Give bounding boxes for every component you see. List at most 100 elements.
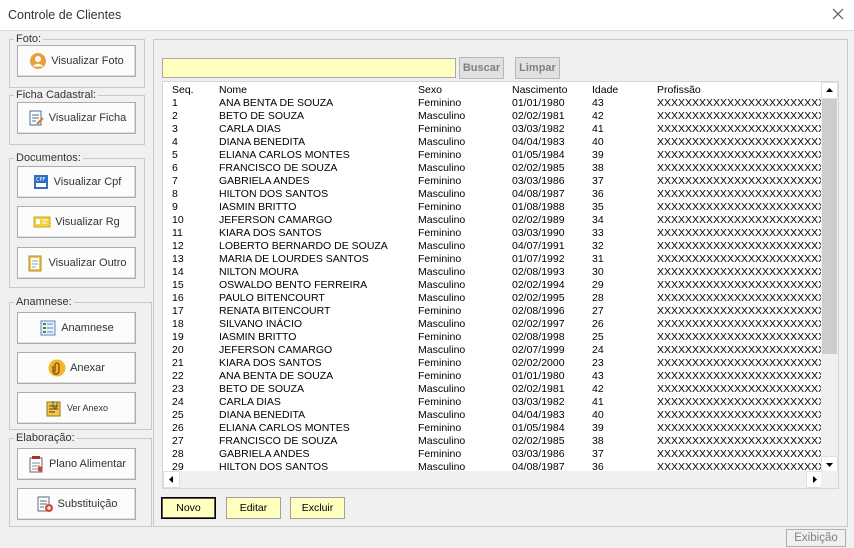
close-icon[interactable] <box>830 6 846 22</box>
cell-sexo: Feminino <box>418 396 462 408</box>
cell-profissao: XXXXXXXXXXXXXXXXXXXXXXXXXXXXXX <box>657 188 823 200</box>
anexar-button[interactable]: Anexar <box>17 352 136 384</box>
cell-profissao: XXXXXXXXXXXXXXXXXXXXXXXXXXXXXX <box>657 396 823 408</box>
clients-listbox[interactable]: Seq. Nome Sexo Nascimento Idade Profissão 1 ANA… <box>162 81 839 489</box>
cell-seq: 14 <box>172 266 184 278</box>
excluir-button[interactable]: Excluir <box>290 497 345 519</box>
cell-profissao: XXXXXXXXXXXXXXXXXXXXXXXXXXXXXX <box>657 123 823 135</box>
substituicao-label: Substituição <box>57 498 118 510</box>
documentos-frame-label: Documentos: <box>14 152 83 165</box>
cell-seq: 9 <box>172 201 178 213</box>
plano-alimentar-label: Plano Alimentar <box>48 458 127 470</box>
cell-nome: PAULO BITENCOURT <box>219 292 325 304</box>
cell-profissao: XXXXXXXXXXXXXXXXXXXXXXXXXXXXXX <box>657 422 823 434</box>
cell-seq: 16 <box>172 292 184 304</box>
cell-nome: ANA BENTA DE SOUZA <box>219 97 334 109</box>
buscar-button[interactable]: Buscar <box>459 57 504 79</box>
cell-idade: 41 <box>592 123 604 135</box>
cell-seq: 20 <box>172 344 184 356</box>
scroll-left-arrow[interactable] <box>163 471 180 488</box>
cell-nome: FRANCISCO DE SOUZA <box>219 435 338 447</box>
visualizar-foto-label: Visualizar Foto <box>51 55 124 67</box>
editar-button[interactable]: Editar <box>226 497 281 519</box>
scroll-up-arrow[interactable] <box>821 82 838 99</box>
cell-nome: BETO DE SOUZA <box>219 110 304 122</box>
user-avatar-icon <box>30 53 47 69</box>
cell-nascimento: 02/02/2000 <box>512 357 565 369</box>
visualizar-outro-button[interactable]: Visualizar Outro <box>17 247 136 279</box>
meal-plan-icon <box>29 456 43 473</box>
cell-nome: OSWALDO BENTO FERREIRA <box>219 279 368 291</box>
cell-nome: JEFERSON CAMARGO <box>219 344 333 356</box>
substituicao-button[interactable]: Substituição <box>17 488 136 520</box>
swap-list-icon <box>37 496 53 512</box>
visualizar-ficha-button[interactable]: Visualizar Ficha <box>17 102 136 134</box>
cell-nascimento: 04/07/1991 <box>512 240 565 252</box>
cell-nome: NILTON MOURA <box>219 266 299 278</box>
cell-idade: 32 <box>592 240 604 252</box>
search-input[interactable] <box>162 58 456 78</box>
cell-profissao: XXXXXXXXXXXXXXXXXXXXXXXXXXXXXX <box>657 305 823 317</box>
cell-nome: CARLA DIAS <box>219 123 281 135</box>
header-nome: Nome <box>219 84 248 96</box>
cell-nascimento: 01/01/1980 <box>512 97 565 109</box>
elaboracao-frame-label: Elaboração: <box>14 432 77 445</box>
cell-sexo: Feminino <box>418 201 462 213</box>
cell-idade: 37 <box>592 175 604 187</box>
cell-nome: GABRIELA ANDES <box>219 175 310 187</box>
cell-nome: BETO DE SOUZA <box>219 383 304 395</box>
cell-sexo: Masculino <box>418 162 466 174</box>
cell-sexo: Masculino <box>418 409 466 421</box>
cell-profissao: XXXXXXXXXXXXXXXXXXXXXXXXXXXXXX <box>657 97 823 109</box>
cell-nascimento: 04/08/1987 <box>512 188 565 200</box>
anamnese-label: Anamnese <box>61 322 114 334</box>
visualizar-cpf-button[interactable]: CPF Visualizar Cpf <box>17 166 136 198</box>
horizontal-scrollbar[interactable] <box>163 471 823 488</box>
clipboard-icon <box>28 255 42 272</box>
ver-anexo-button[interactable]: Ver Anexo <box>17 392 136 424</box>
cell-idade: 25 <box>592 331 604 343</box>
cell-sexo: Feminino <box>418 370 462 382</box>
cell-nascimento: 03/03/1990 <box>512 227 565 239</box>
cell-idade: 26 <box>592 318 604 330</box>
cell-idade: 43 <box>592 370 604 382</box>
cell-nome: KIARA DOS SANTOS <box>219 227 322 239</box>
scrollbar-corner <box>821 471 838 488</box>
cell-seq: 1 <box>172 97 178 109</box>
vertical-scrollbar[interactable] <box>821 82 838 473</box>
plano-alimentar-button[interactable]: Plano Alimentar <box>17 448 136 480</box>
visualizar-rg-label: Visualizar Rg <box>55 216 120 228</box>
cell-seq: 8 <box>172 188 178 200</box>
cell-idade: 40 <box>592 136 604 148</box>
cell-nascimento: 02/07/1999 <box>512 344 565 356</box>
cell-nome: IASMIN BRITTO <box>219 331 297 343</box>
vertical-scroll-thumb[interactable] <box>822 99 837 354</box>
cell-seq: 10 <box>172 214 184 226</box>
cell-nome: RENATA BITENCOURT <box>219 305 331 317</box>
cell-seq: 18 <box>172 318 184 330</box>
cell-profissao: XXXXXXXXXXXXXXXXXXXXXXXXXXXXXX <box>657 214 823 226</box>
cell-profissao: XXXXXXXXXXXXXXXXXXXXXXXXXXXXXX <box>657 149 823 161</box>
header-profissao: Profissão <box>657 84 701 96</box>
cell-sexo: Masculino <box>418 240 466 252</box>
cell-seq: 24 <box>172 396 184 408</box>
cell-nome: MARIA DE LOURDES SANTOS <box>219 253 369 265</box>
visualizar-foto-button[interactable]: Visualizar Foto <box>17 45 136 77</box>
cell-sexo: Feminino <box>418 253 462 265</box>
cell-seq: 11 <box>172 227 183 239</box>
cell-sexo: Masculino <box>418 279 466 291</box>
limpar-button[interactable]: Limpar <box>515 57 560 79</box>
cell-sexo: Feminino <box>418 175 462 187</box>
cell-seq: 17 <box>172 305 184 317</box>
anamnese-button[interactable]: Anamnese <box>17 312 136 344</box>
visualizar-rg-button[interactable]: Visualizar Rg <box>17 206 136 238</box>
cell-sexo: Masculino <box>418 383 466 395</box>
visualizar-ficha-label: Visualizar Ficha <box>48 112 127 124</box>
cell-idade: 42 <box>592 110 604 122</box>
cell-seq: 7 <box>172 175 178 187</box>
anexar-label: Anexar <box>70 362 105 374</box>
cell-profissao: XXXXXXXXXXXXXXXXXXXXXXXXXXXXXX <box>657 227 823 239</box>
checklist-icon <box>40 320 56 336</box>
cell-idade: 39 <box>592 422 604 434</box>
novo-button[interactable]: Novo <box>161 497 216 519</box>
